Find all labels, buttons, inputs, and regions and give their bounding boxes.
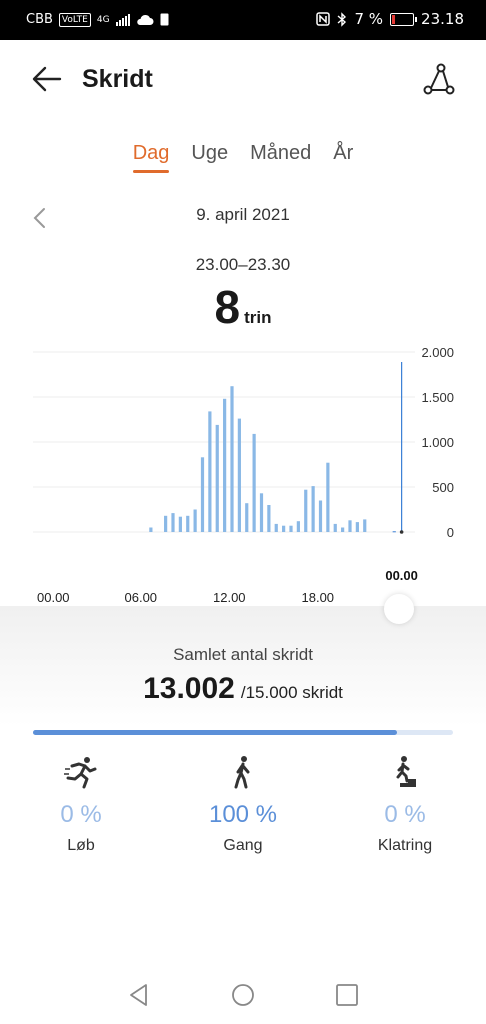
nav-home-icon[interactable] — [230, 982, 256, 1008]
selected-time-range: 23.00–23.30 — [195, 255, 291, 274]
volte-badge: VoLTE — [58, 12, 91, 27]
x-tick-label: 00.00 — [37, 590, 70, 605]
selected-x-label: 00.00 — [385, 568, 418, 583]
y-tick-label: 1.500 — [421, 390, 454, 405]
selection-dot — [399, 530, 404, 534]
chart-bar — [289, 525, 293, 532]
running-label: Løb — [67, 837, 95, 854]
chart-bar — [164, 515, 168, 532]
chart-bar — [355, 522, 359, 532]
chart-bar — [392, 531, 396, 533]
running-percent: 0 % — [60, 801, 102, 828]
system-nav-bar — [0, 970, 486, 1024]
activity-running: 0 % Løb — [0, 755, 162, 855]
chart-bar — [259, 493, 264, 532]
chart-bar — [200, 457, 205, 532]
y-tick-label: 1.000 — [421, 435, 454, 450]
x-tick-label: 18.00 — [302, 590, 335, 605]
chart-bar — [363, 519, 367, 532]
chart-bar — [311, 486, 315, 532]
goal-progress-fill — [33, 730, 398, 735]
selected-steps: 8 — [214, 281, 241, 333]
chart-bar — [149, 527, 153, 532]
activity-climbing: 0 % Klatring — [324, 755, 486, 855]
steps-bar-chart[interactable]: 2.000 1.500 1.000 500 0 00.00 06.00 12.00 18.00 0… — [0, 340, 486, 620]
battery-percent: 7 % — [354, 10, 384, 28]
clock: 23.18 — [421, 10, 464, 28]
selected-unit: trin — [244, 308, 272, 327]
chart-bar — [304, 489, 308, 532]
running-icon — [64, 757, 97, 789]
y-tick-label: 2.000 — [421, 345, 454, 360]
selected-date: 9. april 2021 — [196, 205, 290, 224]
status-bar: CBB VoLTE 4G 7 % 23.18 — [0, 0, 486, 40]
signal-icon — [115, 13, 130, 26]
x-tick-label: 06.00 — [125, 590, 158, 605]
chart-bar — [267, 505, 271, 532]
chart-bar — [274, 523, 278, 532]
battery-icon — [390, 12, 418, 26]
carrier-name: CBB — [26, 12, 53, 27]
selected-step-value: 8 trin — [0, 280, 486, 334]
chart-bar — [318, 500, 323, 532]
chart-bar — [282, 525, 286, 532]
chart-bar — [215, 424, 219, 532]
activity-breakdown: 0 % Løb 100 % Gang 0 % Klatring — [0, 755, 486, 855]
nav-back-icon[interactable] — [126, 982, 152, 1008]
walking-label: Gang — [223, 837, 263, 854]
tab-dag[interactable]: Dag — [132, 142, 169, 173]
y-tick-label: 500 — [432, 480, 454, 495]
chart-bar — [252, 433, 256, 532]
walking-icon — [234, 756, 250, 789]
climbing-percent: 0 % — [384, 801, 426, 828]
period-tabs: Dag Uge Måned År — [0, 142, 486, 173]
total-steps-value: 13.002 — [143, 672, 235, 705]
chart-bar — [341, 527, 345, 532]
page-title: Skridt — [82, 65, 153, 93]
chart-bar — [186, 515, 190, 532]
total-steps-label: Samlet antal skridt — [173, 645, 313, 664]
chart-bar — [193, 509, 197, 532]
y-tick-label: 0 — [447, 525, 454, 540]
cloud-icon — [136, 14, 154, 25]
sim-icon — [160, 13, 169, 26]
x-tick-label: 12.00 — [213, 590, 246, 605]
walking-percent: 100 % — [208, 801, 278, 828]
total-steps: 13.002/15.000 skridt — [0, 672, 486, 706]
chart-bar — [230, 386, 234, 532]
chart-bar — [171, 513, 175, 532]
chart-bar — [326, 462, 330, 532]
nav-recents-icon[interactable] — [334, 982, 360, 1008]
network-type: 4G — [96, 14, 110, 25]
climbing-icon — [392, 756, 416, 787]
chart-bar — [245, 503, 249, 532]
route-icon[interactable] — [422, 62, 456, 96]
activity-walking: 100 % Gang — [162, 755, 324, 855]
chart-bar — [178, 516, 182, 532]
chart-bar — [296, 521, 300, 532]
chart-bar — [208, 411, 212, 532]
tab-uge[interactable]: Uge — [191, 142, 228, 173]
bluetooth-icon — [338, 11, 347, 27]
tab-aar[interactable]: År — [333, 142, 353, 173]
chart-bar — [348, 520, 352, 532]
climbing-label: Klatring — [377, 837, 433, 854]
chart-scrubber-handle[interactable] — [384, 594, 414, 624]
app-header: Skridt — [0, 40, 486, 118]
chart-bar — [333, 523, 337, 532]
step-goal: /15.000 skridt — [240, 683, 343, 702]
chart-bar — [223, 398, 227, 532]
back-arrow-icon[interactable] — [30, 62, 64, 96]
tab-maaned[interactable]: Måned — [250, 142, 311, 173]
goal-progress-bar — [33, 730, 453, 735]
nfc-icon — [316, 12, 331, 26]
chart-bar — [237, 418, 241, 532]
